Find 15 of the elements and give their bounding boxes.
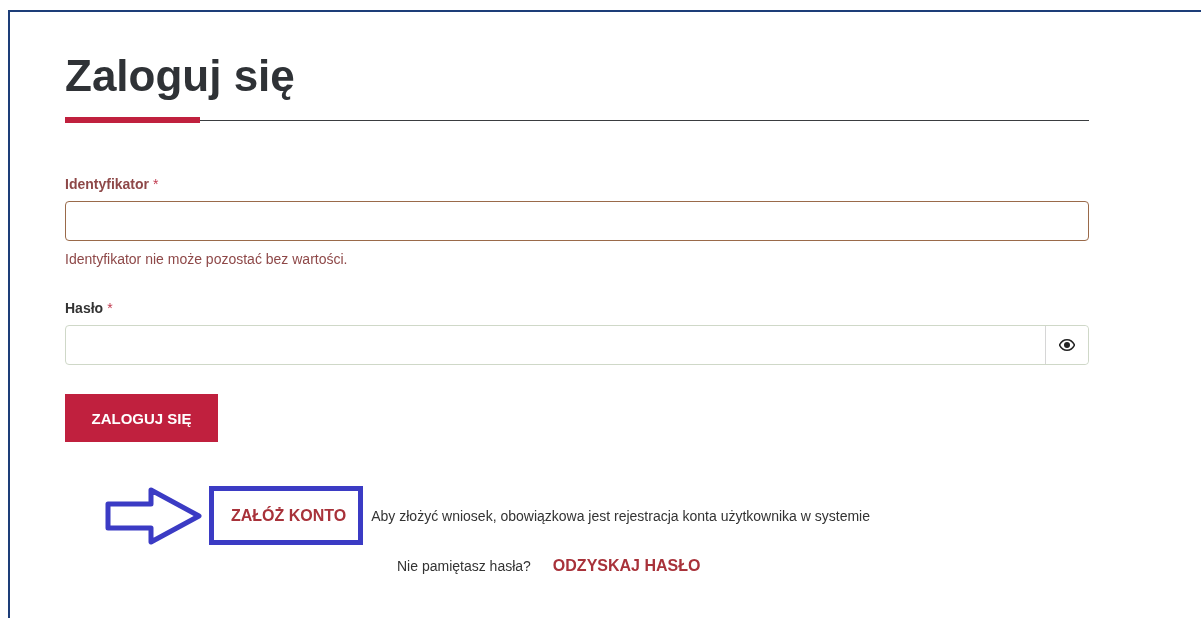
field-label: Identyfikator bbox=[65, 176, 149, 192]
recover-password-link[interactable]: ODZYSKAJ HASŁO bbox=[552, 557, 701, 575]
eye-icon bbox=[1059, 339, 1075, 351]
identifier-field[interactable] bbox=[65, 201, 1089, 241]
forgot-password-text: Nie pamiętasz hasła? bbox=[397, 558, 531, 574]
login-button[interactable]: ZALOGUJ SIĘ bbox=[65, 394, 218, 442]
field-label: Hasło bbox=[65, 300, 104, 316]
required-mark: * bbox=[153, 176, 159, 192]
page-title: Zaloguj się bbox=[65, 50, 296, 102]
create-account-link[interactable]: ZAŁÓŻ KONTO bbox=[209, 486, 364, 545]
registration-note: Aby złożyć wniosek, obowiązkowa jest rejestracja konta użytkownika w systemie bbox=[371, 507, 870, 524]
error-message: Identyfikator nie może pozostać bez wartości. bbox=[65, 251, 349, 267]
password-field[interactable] bbox=[65, 325, 1089, 365]
show-password-button[interactable] bbox=[1045, 326, 1088, 364]
required-mark: * bbox=[107, 300, 113, 316]
